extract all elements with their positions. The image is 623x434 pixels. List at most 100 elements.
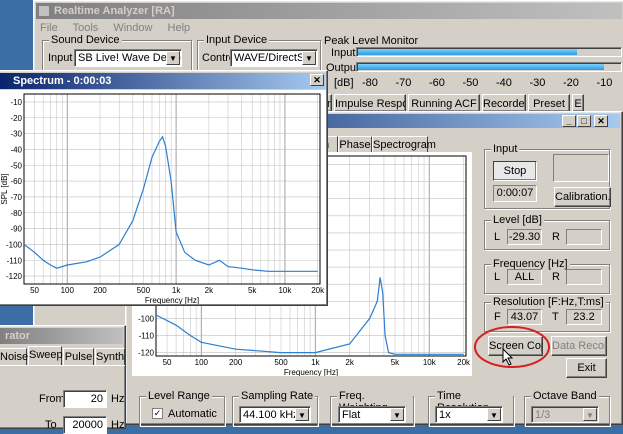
stop-button[interactable]: Stop (493, 161, 537, 181)
y-tick-label: -120 (138, 349, 155, 358)
peak-input-label: Input (331, 47, 356, 59)
to-unit: Hz (111, 419, 125, 431)
freq-l-label: L (494, 271, 501, 283)
sound-input-label: Input (48, 52, 73, 64)
menu-help[interactable]: Help (168, 22, 191, 34)
automatic-checkbox[interactable]: ✓ (152, 408, 163, 419)
sound-input-select[interactable]: SB Live! Wave Device ▼ (74, 49, 182, 67)
x-tick-label: 200 (93, 286, 107, 295)
tab-pulse[interactable]: Pulse (63, 348, 94, 365)
sound-device-label: Sound Device (49, 34, 122, 46)
tab-spectrogram[interactable]: Spectrogram (372, 136, 436, 152)
x-tick-label: 50 (163, 358, 172, 367)
from-input[interactable]: 20 (63, 390, 107, 408)
chevron-down-icon: ▼ (295, 408, 309, 421)
y-tick-label: -110 (7, 256, 23, 265)
sampling-rate-label: Sampling Rate (239, 390, 316, 402)
peak-input-meter (356, 47, 622, 57)
main-window-title: Realtime Analyzer [RA] (54, 5, 175, 17)
input-indicator (553, 154, 609, 182)
x-tick-label: 10k (278, 286, 292, 295)
chevron-down-icon: ▼ (583, 408, 597, 421)
x-tick-label: 1k (311, 358, 320, 367)
close-icon[interactable]: ✕ (310, 74, 324, 86)
close-icon[interactable]: ✕ (594, 115, 608, 127)
x-tick-label: 100 (61, 286, 75, 295)
tab-phase[interactable]: Phase (338, 136, 372, 152)
peak-output-meter (356, 62, 622, 72)
calibration-button[interactable]: Calibration... (554, 187, 611, 207)
menu-tools[interactable]: Tools (73, 22, 99, 34)
level-group-label: Level [dB] (491, 214, 544, 226)
chevron-down-icon: ▼ (302, 51, 316, 65)
x-tick-label: 1k (172, 286, 181, 295)
function-tab-4[interactable]: Preset (528, 94, 570, 112)
app-icon (38, 5, 50, 17)
x-tick-label: 50 (30, 286, 39, 295)
to-label: To (45, 419, 57, 431)
data-record-button[interactable]: Data Record (551, 336, 607, 356)
function-tab-3[interactable]: Recorder (482, 94, 526, 112)
level-r-label: R (552, 231, 560, 243)
peak-output-fill (358, 64, 604, 70)
function-tab-5[interactable]: E (572, 94, 584, 112)
peak-input-fill (358, 49, 577, 55)
maximize-icon[interactable]: □ (577, 115, 591, 127)
function-tab-2[interactable]: Running ACF (408, 94, 480, 112)
resolution-group-label: Resolution [F:Hz,T:ms] (491, 296, 606, 308)
spectrum-titlebar[interactable]: Spectrum - 0:00:03 (0, 73, 325, 89)
x-tick-label: 20k (457, 358, 471, 367)
main-window-titlebar[interactable]: Realtime Analyzer [RA] (36, 3, 622, 19)
y-tick-label: -60 (10, 177, 22, 186)
peak-scale-tick: -10 (596, 77, 613, 89)
spectrum-plot: -10 -20 -30 -40 -50 -60 -70 -80 -90 -100 -110 -120 5… (0, 90, 326, 304)
y-tick-label: -90 (10, 225, 22, 234)
time-resolution-select[interactable]: 1x ▼ (435, 406, 503, 423)
y-tick-label: -40 (10, 145, 22, 154)
chevron-down-icon: ▼ (487, 408, 501, 421)
exit-button[interactable]: Exit (566, 358, 607, 378)
x-tick-label: 10k (423, 358, 437, 367)
level-l-label: L (494, 231, 501, 243)
x-tick-label: 20k (311, 286, 325, 295)
menu-window[interactable]: Window (113, 22, 152, 34)
from-unit: Hz (111, 393, 125, 405)
y-axis-label: SPL [dB] (0, 173, 9, 204)
y-tick-label: -120 (6, 272, 23, 281)
sampling-rate-select[interactable]: 44.100 kHz ▼ (239, 406, 311, 423)
minimize-icon[interactable]: _ (562, 115, 576, 127)
elapsed-time: 0:00:07 (493, 185, 537, 202)
function-tab-1[interactable]: Impulse Response (334, 94, 406, 112)
tab-sweep[interactable]: Sweep (28, 346, 63, 365)
automatic-label: Automatic (168, 408, 217, 420)
peak-scale-tick: -60 (429, 77, 445, 89)
x-tick-label: 500 (137, 286, 151, 295)
control-select[interactable]: WAVE/DirectS ▼ (230, 49, 318, 67)
peak-scale: -80 -70 -60 -50 -40 -30 -20 -10 (356, 76, 622, 90)
octave-band-label: Octave Band (531, 390, 599, 402)
peak-unit-label: [dB] (334, 77, 354, 89)
x-tick-label: 5k (391, 358, 400, 367)
input-device-label: Input Device (204, 34, 270, 46)
menu-bar: File Tools Window Help (40, 21, 202, 35)
freq-weighting-select[interactable]: Flat ▼ (338, 406, 406, 423)
generator-titlebar[interactable]: rator (0, 328, 123, 344)
mouse-cursor-icon (502, 348, 514, 366)
peak-scale-tick: -20 (563, 77, 579, 89)
tab-synth[interactable]: Synth (95, 348, 125, 365)
x-tick-label: 5k (248, 286, 257, 295)
y-tick-label: -110 (139, 331, 155, 340)
res-t-value: 23.2 (566, 309, 602, 325)
freq-r-label: R (552, 271, 560, 283)
menu-file[interactable]: File (40, 22, 58, 34)
octave-band-select[interactable]: 1/3 ▼ (531, 406, 599, 423)
peak-output-label: Output (326, 62, 360, 74)
to-input[interactable]: 20000 (63, 416, 107, 434)
y-tick-label: -70 (10, 193, 22, 202)
control-value: WAVE/DirectS (234, 52, 305, 64)
tab-noise[interactable]: Noise (0, 348, 28, 365)
freq-l-value: ALL (507, 269, 542, 285)
x-tick-label: 2k (345, 358, 354, 367)
generator-window: rator Noise Sweep Pulse Synth From 20 Hz… (0, 325, 126, 434)
level-r-value (566, 229, 602, 245)
